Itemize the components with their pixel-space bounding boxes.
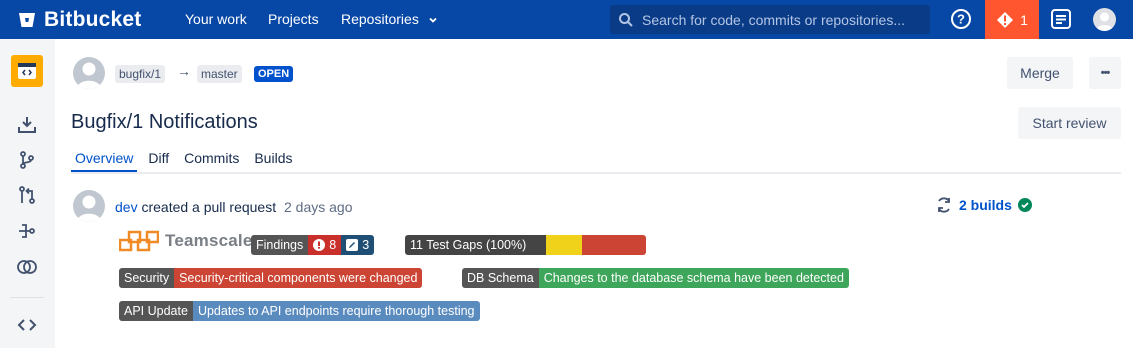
search-box[interactable] (610, 5, 930, 34)
nav-repositories[interactable]: Repositories (341, 0, 438, 39)
code-window-icon (18, 63, 36, 79)
arrow-right-icon: → (177, 63, 191, 79)
activity-line: dev created a pull request 2 days ago (115, 199, 353, 215)
activity-avatar[interactable] (73, 190, 105, 222)
api-update-badge: API Update Updates to API endpoints requ… (119, 301, 480, 321)
teamscale-name: Teamscale (165, 231, 253, 250)
test-gaps-badge[interactable]: 11 Test Gaps (100%) (405, 235, 646, 255)
more-actions-button[interactable]: ••• (1089, 57, 1121, 89)
bitbucket-logo[interactable]: Bitbucket (18, 0, 141, 39)
branches-icon[interactable] (16, 149, 38, 171)
db-schema-badge: DB Schema Changes to the database schema… (462, 268, 849, 288)
findings-blue-count: 3 (362, 238, 370, 252)
compare-icon[interactable] (16, 256, 38, 278)
security-badge: Security Security-critical components we… (119, 268, 423, 288)
top-nav: Bitbucket Your work Projects Repositorie… (0, 0, 1133, 39)
pull-requests-icon[interactable] (16, 184, 38, 206)
search-icon (619, 12, 633, 27)
user-avatar[interactable] (1093, 8, 1116, 31)
db-schema-key: DB Schema (462, 268, 539, 288)
source-branch[interactable]: bugfix/1 (115, 65, 166, 83)
tab-overview[interactable]: Overview (71, 150, 138, 172)
pencil-icon (346, 239, 359, 251)
user-icon (1096, 12, 1113, 31)
tab-divider (71, 172, 1121, 174)
sidebar-divider (10, 297, 44, 298)
findings-red-count: 8 (329, 238, 337, 252)
activity-action: created a pull request (141, 199, 277, 215)
refresh-icon (938, 197, 950, 213)
nav-projects[interactable]: Projects (268, 0, 319, 39)
merge-button[interactable]: Merge (1007, 57, 1073, 89)
error-icon (313, 239, 326, 251)
source-download-icon[interactable] (16, 114, 38, 136)
notes-icon[interactable] (1050, 8, 1072, 30)
activity-time: 2 days ago (284, 199, 353, 215)
tab-diff[interactable]: Diff (144, 150, 173, 172)
user-icon (77, 195, 101, 222)
api-update-key: API Update (119, 301, 193, 321)
security-value: Security-critical components were change… (174, 268, 423, 288)
findings-badge[interactable]: Findings 8 3 (251, 235, 375, 255)
builds-label: 2 builds (959, 197, 1012, 213)
page-title: Bugfix/1 Notifications (71, 111, 258, 133)
findings-red: 8 (308, 235, 342, 255)
activity-user-link[interactable]: dev (115, 199, 138, 215)
tab-bar: Overview Diff Commits Builds (71, 150, 303, 172)
warning-icon (997, 11, 1014, 28)
code-icon[interactable] (16, 314, 38, 336)
pipelines-icon[interactable] (16, 220, 38, 242)
repository-avatar[interactable] (11, 55, 43, 87)
start-review-button[interactable]: Start review (1018, 107, 1121, 139)
builds-link[interactable]: 2 builds (935, 196, 1032, 214)
alert-count: 1 (1020, 11, 1028, 28)
user-icon (77, 62, 101, 89)
db-schema-value: Changes to the database schema have been… (538, 268, 849, 288)
target-branch[interactable]: master (197, 65, 242, 83)
test-gaps-bar-yellow (546, 235, 582, 255)
test-gaps-bar-red (582, 235, 646, 255)
teamscale-logo-icon (119, 230, 159, 252)
alerts-button[interactable]: 1 (985, 0, 1039, 39)
bitbucket-icon (19, 12, 35, 27)
teamscale-logo: Teamscale (119, 230, 253, 252)
findings-label: Findings (251, 235, 309, 255)
brand-name: Bitbucket (44, 7, 142, 31)
author-avatar[interactable] (73, 57, 105, 89)
security-key: Security (119, 268, 175, 288)
tab-builds[interactable]: Builds (250, 150, 296, 172)
help-icon[interactable]: ? (950, 8, 972, 30)
tab-commits[interactable]: Commits (180, 150, 243, 172)
svg-text:?: ? (957, 12, 965, 27)
search-input[interactable] (642, 11, 922, 28)
api-update-value: Updates to API endpoints require thoroug… (192, 301, 480, 321)
nav-repositories-label: Repositories (341, 11, 419, 27)
test-gaps-label: 11 Test Gaps (100%) (405, 235, 546, 255)
nav-your-work[interactable]: Your work (185, 0, 247, 39)
findings-blue: 3 (341, 235, 375, 255)
chevron-down-icon (429, 18, 437, 24)
status-badge: OPEN (254, 66, 294, 82)
sidebar (0, 39, 55, 348)
check-circle-icon (1017, 198, 1032, 212)
